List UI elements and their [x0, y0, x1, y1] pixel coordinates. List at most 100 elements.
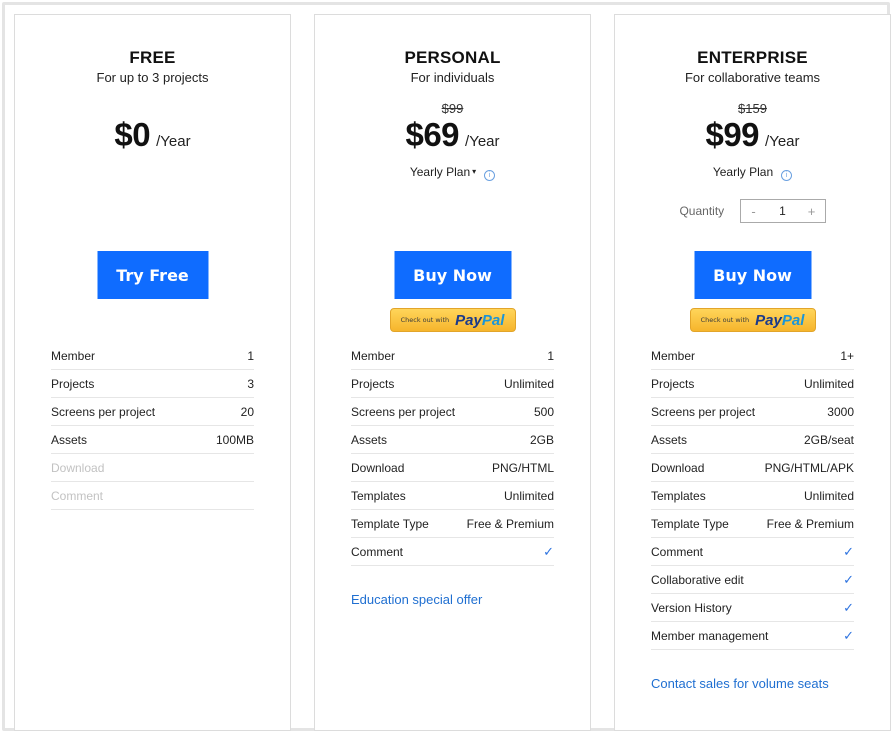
price-row: $69/Year [315, 116, 590, 154]
buy-now-button[interactable]: Buy Now [694, 251, 811, 299]
caret-down-icon[interactable]: ▾ [472, 167, 476, 176]
feature-value: 3000 [827, 404, 854, 419]
feature-label: Member [651, 348, 696, 363]
feature-row: Collaborative edit ✓ [651, 566, 854, 594]
feature-value: Unlimited [503, 488, 554, 503]
feature-row: Member management ✓ [651, 622, 854, 650]
price-row: $0/Year [15, 116, 290, 154]
original-price: $99 [441, 101, 464, 116]
feature-row: Projects Unlimited [351, 370, 554, 398]
plan-card-free: FREE For up to 3 projects $0/Year Try Fr… [14, 14, 291, 731]
feature-value: Unlimited [503, 376, 554, 391]
contact-sales-link[interactable]: Contact sales for volume seats [651, 676, 829, 691]
paypal-prefix: Check out with [700, 316, 750, 324]
feature-value: Unlimited [803, 488, 854, 503]
feature-row: Projects 3 [51, 370, 254, 398]
plan-name: PERSONAL [404, 48, 501, 67]
check-icon: ✓ [843, 599, 854, 615]
feature-row: Comment ✓ [351, 538, 554, 566]
feature-label: Projects [51, 376, 95, 391]
feature-list: Member 1+ Projects Unlimited Screens per p… [651, 342, 854, 650]
feature-row-disabled: Comment [51, 482, 254, 510]
feature-row: Download PNG/HTML [351, 454, 554, 482]
billing-plan-dropdown[interactable]: Yearly Plan ▾ i [315, 165, 590, 181]
check-icon: ✓ [843, 627, 854, 643]
feature-row-disabled: Download [51, 454, 254, 482]
feature-value: 100MB [215, 432, 254, 447]
paypal-checkout-button[interactable]: Check out with Pay Pal [689, 308, 816, 332]
billing-plan-label[interactable]: Yearly Plan [410, 165, 470, 179]
feature-row: Template Type Free & Premium [651, 510, 854, 538]
feature-list: Member 1 Projects Unlimited Screens per pr… [351, 342, 554, 566]
feature-label: Download [51, 460, 105, 475]
paypal-checkout-button[interactable]: Check out with Pay Pal [389, 308, 516, 332]
billing-plan-label-row: Yearly Plan i [615, 165, 890, 181]
info-icon[interactable]: i [484, 170, 496, 181]
feature-value: PNG/HTML/APK [764, 460, 854, 475]
feature-label: Collaborative edit [651, 572, 744, 587]
feature-row: Templates Unlimited [651, 482, 854, 510]
check-icon: ✓ [843, 571, 854, 587]
feature-value: 3 [247, 376, 254, 391]
feature-row: Templates Unlimited [351, 482, 554, 510]
feature-label: Projects [651, 376, 695, 391]
price-period: /Year [156, 133, 191, 150]
info-icon[interactable]: i [781, 170, 793, 181]
feature-value: 20 [240, 404, 254, 419]
feature-label: Member [51, 348, 96, 363]
quantity-value[interactable]: 1 [767, 204, 799, 218]
check-icon: ✓ [543, 543, 554, 559]
original-price: $159 [738, 101, 767, 116]
buy-now-button[interactable]: Buy Now [394, 251, 511, 299]
plan-card-enterprise: ENTERPRISE For collaborative teams $159 … [614, 14, 891, 731]
paypal-prefix: Check out with [400, 316, 450, 324]
feature-value: 1 [247, 348, 254, 363]
education-offer-link[interactable]: Education special offer [351, 592, 482, 607]
quantity-label: Quantity [679, 204, 725, 218]
feature-row: Comment ✓ [651, 538, 854, 566]
plan-subtitle: For collaborative teams [684, 70, 821, 85]
quantity-stepper[interactable]: - 1 + [739, 199, 826, 223]
feature-label: Template Type [351, 516, 429, 531]
paypal-logo-pay: Pay [455, 311, 482, 329]
feature-row: Member 1 [351, 342, 554, 370]
check-icon: ✓ [843, 543, 854, 559]
feature-value: 1+ [840, 348, 854, 363]
feature-row: Member 1+ [651, 342, 854, 370]
increment-button[interactable]: + [799, 204, 825, 219]
feature-label: Templates [351, 488, 406, 503]
quantity-row: Quantity - 1 + [615, 199, 890, 223]
try-free-button[interactable]: Try Free [97, 251, 208, 299]
feature-list: Member 1 Projects 3 Screens per project 20 … [51, 342, 254, 510]
feature-row: Download PNG/HTML/APK [651, 454, 854, 482]
feature-label: Version History [651, 600, 732, 615]
feature-row: Projects Unlimited [651, 370, 854, 398]
decrement-button[interactable]: - [741, 204, 767, 219]
price: $0 [114, 116, 151, 153]
feature-label: Download [351, 460, 405, 475]
price: $69 [405, 116, 460, 153]
feature-label: Assets [651, 432, 688, 447]
feature-value: 2GB/seat [803, 432, 854, 447]
feature-label: Comment [351, 544, 404, 559]
feature-label: Download [651, 460, 705, 475]
feature-value: 2GB [529, 432, 554, 447]
feature-label: Projects [351, 376, 395, 391]
feature-label: Comment [51, 488, 104, 503]
feature-row: Assets 2GB/seat [651, 426, 854, 454]
paypal-logo-pal: Pal [781, 311, 805, 329]
feature-label: Assets [51, 432, 88, 447]
feature-row: Template Type Free & Premium [351, 510, 554, 538]
pricing-frame: FREE For up to 3 projects $0/Year Try Fr… [2, 2, 891, 731]
paypal-logo-pay: Pay [755, 311, 782, 329]
billing-plan-label: Yearly Plan [712, 165, 774, 179]
feature-row: Screens per project 20 [51, 398, 254, 426]
feature-value: Free & Premium [766, 516, 854, 531]
feature-value: PNG/HTML [491, 460, 554, 475]
feature-row: Assets 100MB [51, 426, 254, 454]
feature-row: Assets 2GB [351, 426, 554, 454]
feature-label: Comment [651, 544, 704, 559]
feature-value: Unlimited [803, 376, 854, 391]
feature-row: Screens per project 500 [351, 398, 554, 426]
feature-label: Screens per project [651, 404, 756, 419]
